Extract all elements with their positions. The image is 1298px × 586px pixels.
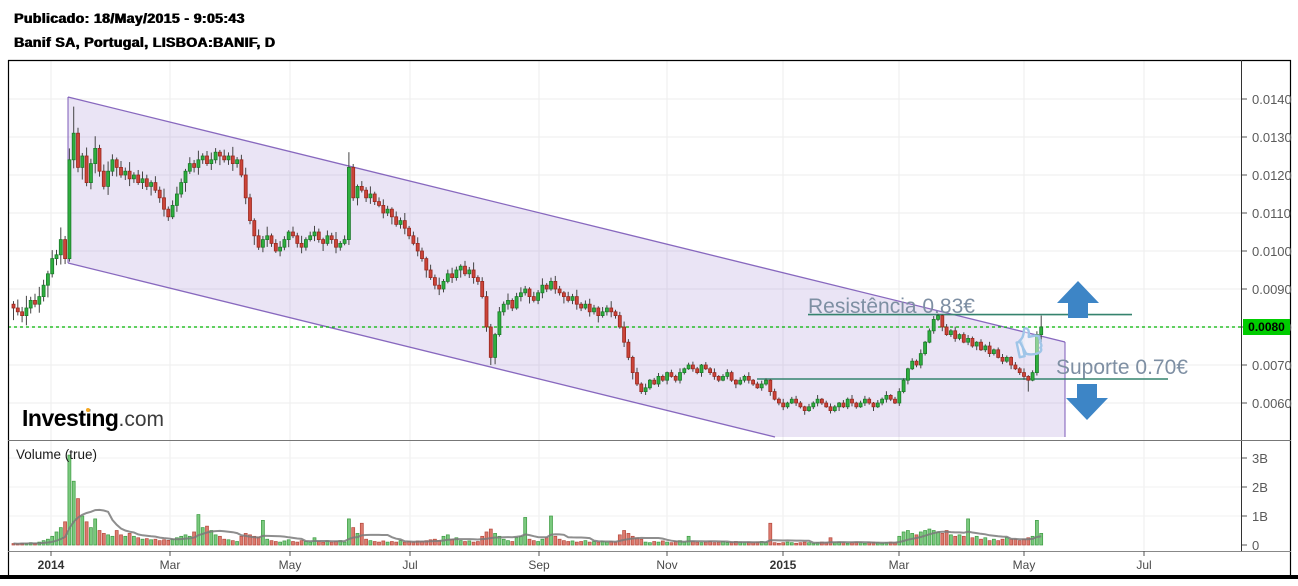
time-axis-label: Jul: [1136, 558, 1152, 572]
volume-ma-line: [13, 508, 1042, 545]
price-axis-label: 0.0140: [1252, 92, 1292, 107]
time-axis[interactable]: 2014 Mar May Jul Sep Nov 2015 Mar May Jul: [8, 551, 1291, 577]
volume-study-label: Volume (true): [16, 447, 98, 462]
volume-bars-layer[interactable]: [11, 454, 1044, 546]
logo-text-tail: ng: [91, 405, 119, 431]
price-axis[interactable]: 0.0140 0.0130 0.0120 0.0110 0.0100 0.0090 0.00…: [1242, 60, 1292, 553]
time-axis-label: Nov: [656, 558, 678, 572]
down-arrow-icon[interactable]: [1066, 384, 1108, 420]
time-axis-label: 2015: [769, 558, 797, 572]
symbol-description: Banif SA, Portugal, LISBOA:BANIF, D: [14, 34, 276, 50]
price-chart-canvas[interactable]: [0, 0, 1298, 586]
volume-axis-label: 2B: [1252, 480, 1268, 495]
logo-com: .com: [118, 408, 164, 431]
time-axis-label: 2014: [37, 558, 65, 572]
volume-axis-label: 3B: [1252, 451, 1268, 466]
time-axis-label: May: [278, 558, 302, 572]
price-axis-label: 0.0060: [1252, 396, 1292, 411]
time-axis-label: Mar: [888, 558, 910, 572]
price-axis-label: 0.0130: [1252, 130, 1292, 145]
volume-axis-label: 1B: [1252, 509, 1268, 524]
price-axis-label: 0.0100: [1252, 244, 1292, 259]
up-arrow-icon[interactable]: [1057, 281, 1099, 318]
support-annotation[interactable]: Suporte 0.70€: [1056, 356, 1188, 380]
time-axis-label: Jul: [402, 558, 418, 572]
time-axis-label: Mar: [159, 558, 181, 572]
price-axis-label: 0.0120: [1252, 168, 1292, 183]
price-axis-label: 0.0110: [1252, 206, 1291, 221]
price-axis-label: 0.0070: [1252, 358, 1292, 373]
published-timestamp: Publicado: 18/May/2015 - 9:05:43: [14, 10, 245, 26]
price-axis-label: 0.0090: [1252, 282, 1292, 297]
chart-window: Publicado: 18/May/2015 - 9:05:43 Banif S…: [0, 0, 1298, 586]
investing-logo: Investing.com: [22, 405, 164, 432]
time-axis-label: Sep: [528, 558, 550, 572]
logo-i-dot: i: [85, 405, 92, 431]
logo-text: Invest: [22, 405, 86, 431]
current-price-tag: 0.0080: [1243, 319, 1290, 335]
resistance-annotation[interactable]: Resistência 0.83€: [808, 295, 975, 319]
time-axis-label: May: [1012, 558, 1036, 572]
